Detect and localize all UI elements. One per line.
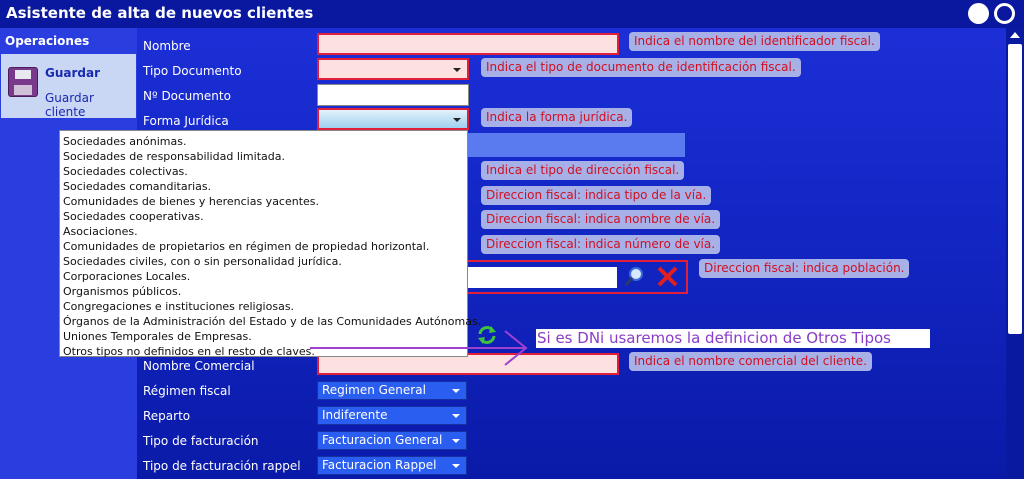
- scroll-up-icon[interactable]: [1010, 32, 1020, 38]
- scrollbar-thumb[interactable]: [1008, 44, 1022, 334]
- annotation-arrow-icon: [310, 330, 528, 366]
- annotation-text: Si es DNi usaremos la definicion de Otro…: [536, 329, 930, 348]
- vertical-scrollbar[interactable]: [1006, 28, 1024, 479]
